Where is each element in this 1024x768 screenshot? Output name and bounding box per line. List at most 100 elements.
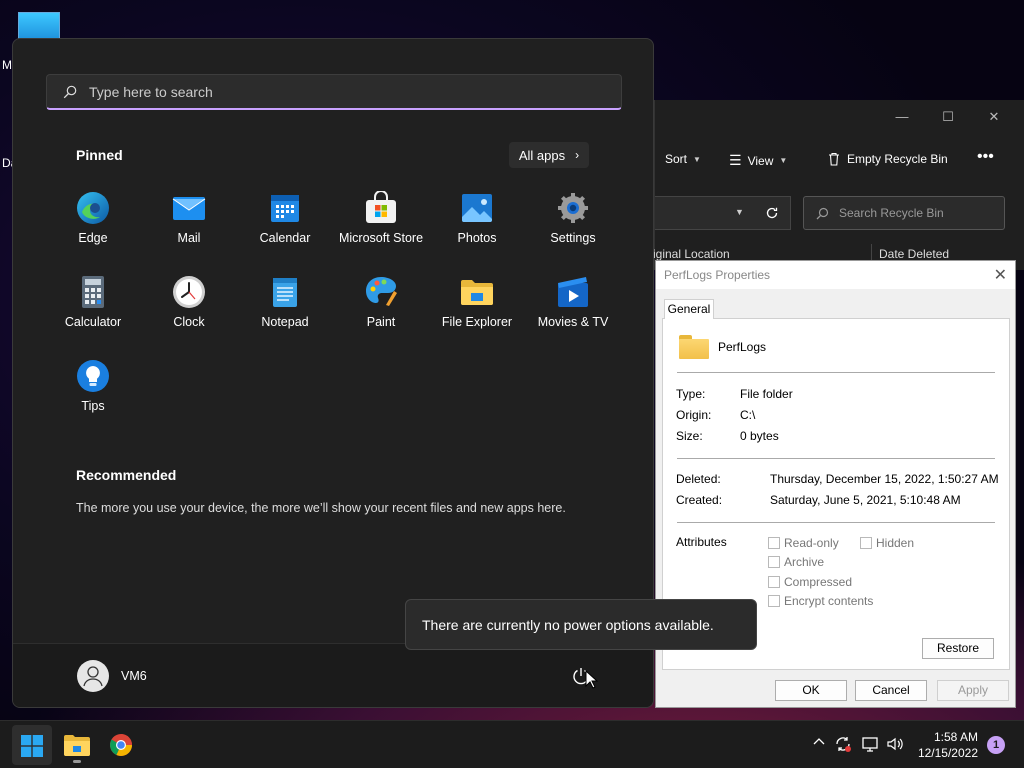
pinned-app-calendar[interactable]: Calendar: [237, 191, 333, 245]
username[interactable]: VM6: [121, 669, 147, 683]
compressed-label: Compressed: [784, 575, 853, 589]
pinned-app-clock[interactable]: Clock: [141, 275, 237, 329]
app-label: Calendar: [259, 231, 311, 245]
encrypt-label: Encrypt contents: [784, 594, 874, 608]
origin-value: C:\: [740, 408, 756, 422]
type-value: File folder: [740, 387, 793, 401]
desktop-icon-label: M: [2, 58, 12, 72]
apply-button[interactable]: Apply: [937, 680, 1009, 701]
search-icon: [816, 207, 829, 219]
gear-icon: [556, 191, 590, 225]
pinned-app-calculator[interactable]: Calculator: [45, 275, 141, 329]
column-date-deleted[interactable]: Date Deleted: [879, 247, 949, 261]
taskbar-clock[interactable]: 1:58 AM 12/15/2022: [912, 729, 978, 761]
start-button[interactable]: [12, 725, 52, 765]
network-icon[interactable]: [861, 735, 879, 753]
start-search-input[interactable]: Type here to search: [46, 74, 622, 110]
pinned-app-photos[interactable]: Photos: [429, 191, 525, 245]
readonly-checkbox[interactable]: Read-only: [768, 536, 839, 550]
dialog-title: PerfLogs Properties: [664, 268, 771, 282]
column-original-location[interactable]: iginal Location: [653, 247, 730, 261]
readonly-label: Read-only: [784, 536, 839, 550]
maximize-icon[interactable]: ☐: [939, 108, 957, 126]
chevron-up-icon[interactable]: [810, 735, 828, 753]
app-label: File Explorer: [441, 315, 513, 329]
deleted-value: Thursday, December 15, 2022, 1:50:27 AM: [770, 472, 999, 486]
app-label: Edge: [78, 231, 108, 245]
clock-icon: [172, 275, 206, 309]
pinned-app-paint[interactable]: Paint: [333, 275, 429, 329]
restore-button[interactable]: Restore: [922, 638, 994, 659]
recycle-bin-titlebar: — ☐ ✕: [655, 100, 1024, 132]
start-footer: VM6: [13, 643, 653, 707]
encrypt-checkbox[interactable]: Encrypt contents: [768, 594, 873, 608]
type-label: Type:: [676, 387, 706, 401]
chevron-right-icon: ›: [575, 148, 580, 162]
address-bar[interactable]: ▼: [655, 196, 791, 230]
app-label: Photos: [457, 231, 497, 245]
close-icon[interactable]: ✕: [994, 265, 1007, 285]
pinned-app-microsoft-store[interactable]: Microsoft Store: [333, 190, 429, 245]
more-options-icon[interactable]: •••: [977, 148, 994, 166]
avatar[interactable]: [77, 660, 109, 692]
pinned-app-notepad[interactable]: Notepad: [237, 275, 333, 329]
folder-icon: [460, 275, 494, 309]
chevron-down-icon[interactable]: ▼: [735, 207, 744, 217]
running-indicator: [73, 760, 81, 763]
recycle-bin-search-placeholder: Search Recycle Bin: [839, 206, 944, 220]
pinned-title: Pinned: [76, 147, 123, 163]
refresh-icon[interactable]: [765, 206, 779, 220]
hidden-label: Hidden: [876, 536, 915, 550]
hidden-checkbox[interactable]: Hidden: [860, 536, 914, 550]
notepad-icon: [268, 275, 302, 309]
all-apps-button[interactable]: All apps ›: [509, 142, 589, 168]
recycle-bin-search-input[interactable]: Search Recycle Bin: [803, 196, 1005, 230]
app-label: Microsoft Store: [338, 231, 424, 245]
volume-icon[interactable]: [886, 735, 904, 753]
folder-name: PerfLogs: [718, 340, 767, 354]
cancel-button[interactable]: Cancel: [855, 680, 927, 701]
created-label: Created:: [676, 493, 723, 507]
recycle-bin-toolbar: Sort ▼ ☰ View ▼ Empty Recycle Bin •••: [655, 144, 1024, 176]
windows-logo-icon: [21, 735, 43, 757]
pinned-app-tips[interactable]: Tips: [45, 359, 141, 413]
notification-badge[interactable]: 1: [987, 736, 1005, 754]
empty-recycle-bin-button[interactable]: Empty Recycle Bin: [827, 152, 948, 166]
trash-icon: [829, 152, 839, 166]
attributes-label: Attributes: [676, 535, 727, 549]
search-icon: [63, 85, 77, 98]
sort-button[interactable]: Sort ▼: [665, 152, 701, 166]
origin-label: Origin:: [676, 408, 712, 422]
compressed-checkbox[interactable]: Compressed: [768, 575, 852, 589]
size-value: 0 bytes: [740, 429, 779, 443]
ok-button[interactable]: OK: [775, 680, 847, 701]
app-label: Movies & TV: [537, 315, 609, 329]
tab-general[interactable]: General: [664, 299, 714, 319]
app-label: Mail: [177, 231, 201, 245]
archive-checkbox[interactable]: Archive: [768, 555, 824, 569]
photos-icon: [460, 191, 494, 225]
calendar-icon: [268, 191, 302, 225]
movies-icon: [556, 275, 590, 309]
recycle-bin-window: — ☐ ✕ Sort ▼ ☰ View ▼ Empty Recycle Bin …: [653, 100, 1024, 270]
chevron-down-icon: ▼: [779, 156, 788, 165]
sync-icon[interactable]: [834, 735, 852, 753]
paint-icon: [364, 275, 398, 309]
properties-titlebar: PerfLogs Properties ✕: [656, 261, 1015, 289]
pinned-app-movies-tv[interactable]: Movies & TV: [525, 275, 621, 329]
app-label: Calculator: [64, 315, 122, 329]
pinned-app-mail[interactable]: Mail: [141, 191, 237, 245]
minimize-icon[interactable]: —: [893, 108, 911, 126]
pinned-app-settings[interactable]: Settings: [525, 191, 621, 245]
view-button[interactable]: ☰ View ▼: [729, 152, 787, 169]
mouse-cursor-icon: [585, 670, 599, 689]
close-icon[interactable]: ✕: [985, 108, 1003, 126]
recommended-title: Recommended: [76, 467, 177, 483]
taskbar-chrome[interactable]: [101, 725, 141, 765]
size-label: Size:: [676, 429, 703, 443]
pinned-app-file-explorer[interactable]: File Explorer: [429, 275, 525, 329]
taskbar-file-explorer[interactable]: [57, 725, 97, 765]
pinned-app-edge[interactable]: Edge: [45, 191, 141, 245]
created-value: Saturday, June 5, 2021, 5:10:48 AM: [770, 493, 961, 507]
start-search-placeholder: Type here to search: [89, 83, 213, 100]
